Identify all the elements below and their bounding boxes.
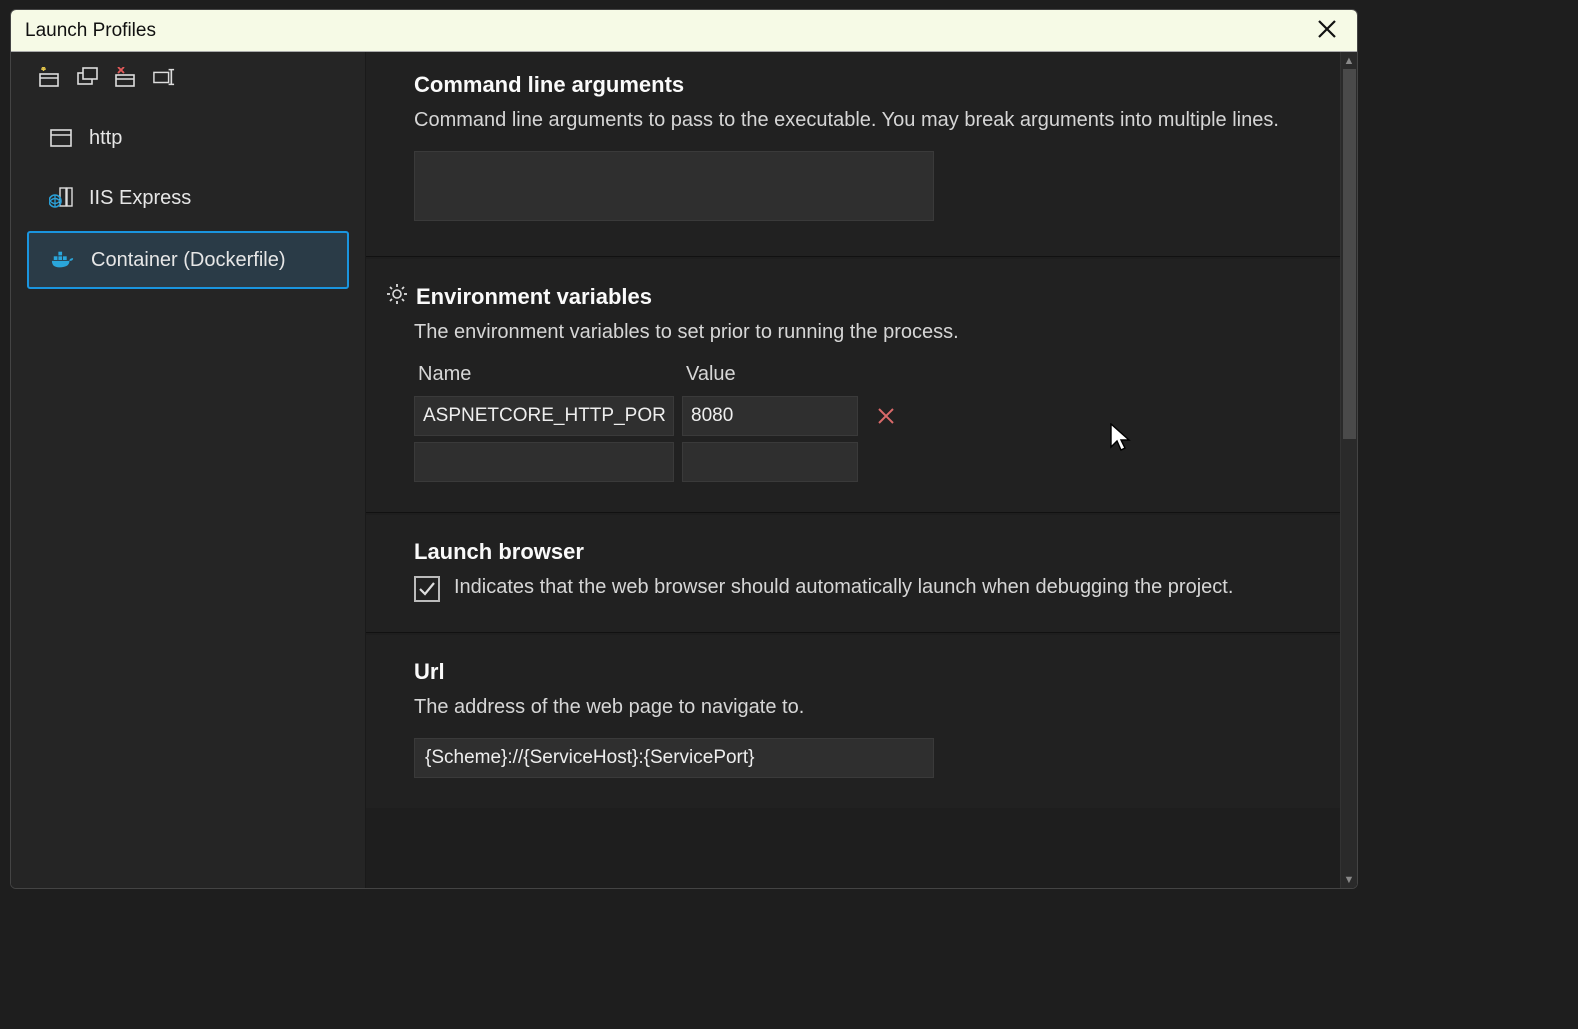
section-desc: Command line arguments to pass to the ex… [414, 106, 1312, 135]
content-area: Command line arguments Command line argu… [366, 52, 1357, 888]
scroll-up-button[interactable]: ▲ [1341, 52, 1358, 69]
new-profile-icon [39, 67, 61, 87]
dialog-body: http IIS Express [11, 52, 1357, 888]
scroll-down-button[interactable]: ▼ [1341, 871, 1358, 888]
sidebar-item-http[interactable]: http [27, 111, 349, 165]
sidebar-item-label: http [89, 127, 122, 150]
scroll-area: Command line arguments Command line argu… [366, 52, 1340, 888]
env-name-input-empty[interactable] [414, 442, 674, 482]
dialog-title: Launch Profiles [25, 20, 156, 42]
close-button[interactable] [1311, 15, 1343, 46]
sidebar-item-label: IIS Express [89, 187, 191, 210]
section-title: Launch browser [414, 539, 584, 565]
section-title: Environment variables [416, 284, 652, 310]
launch-browser-checkbox[interactable] [414, 576, 440, 602]
sidebar-toolbar [11, 52, 365, 100]
delete-profile-icon [115, 67, 137, 87]
browser-icon [49, 126, 73, 150]
env-header-value: Value [682, 363, 858, 390]
sidebar-item-label: Container (Dockerfile) [91, 249, 286, 272]
url-input[interactable] [414, 738, 934, 778]
env-header-name: Name [414, 363, 674, 390]
section-env-vars: Environment variables The environment va… [366, 259, 1340, 513]
scrollbar-vertical[interactable]: ▲ ▼ [1340, 52, 1357, 888]
scrollbar-thumb[interactable] [1343, 69, 1356, 439]
delete-x-icon [877, 407, 895, 425]
section-desc: The environment variables to set prior t… [414, 318, 1312, 347]
duplicate-profile-icon [77, 67, 99, 87]
section-launch-browser: Launch browser Indicates that the web br… [366, 515, 1340, 633]
launch-profiles-dialog: Launch Profiles [10, 9, 1358, 889]
sidebar-item-iis-express[interactable]: IIS Express [27, 171, 349, 225]
titlebar: Launch Profiles [11, 10, 1357, 52]
env-table: Name Value [414, 363, 1312, 482]
env-value-input[interactable] [682, 396, 858, 436]
rename-profile-button[interactable] [153, 66, 175, 88]
section-title: Url [414, 659, 445, 685]
sidebar-item-container-dockerfile[interactable]: Container (Dockerfile) [27, 231, 349, 289]
docker-icon [51, 248, 75, 272]
env-value-input-empty[interactable] [682, 442, 858, 482]
section-cli-args: Command line arguments Command line argu… [366, 52, 1340, 257]
new-profile-button[interactable] [39, 66, 61, 88]
section-desc: The address of the web page to navigate … [414, 693, 1312, 722]
close-icon [1317, 19, 1337, 39]
iis-icon [49, 186, 73, 210]
rename-profile-icon [153, 67, 175, 87]
env-name-input[interactable] [414, 396, 674, 436]
profiles-list: http IIS Express [11, 100, 365, 300]
gear-icon [386, 283, 408, 310]
cli-args-input[interactable] [414, 151, 934, 221]
section-title: Command line arguments [414, 72, 684, 98]
section-url: Url The address of the web page to navig… [366, 635, 1340, 808]
scrollbar-track[interactable] [1341, 69, 1357, 871]
env-row-delete-button[interactable] [866, 396, 906, 436]
sidebar: http IIS Express [11, 52, 366, 888]
launch-browser-desc: Indicates that the web browser should au… [454, 573, 1233, 602]
duplicate-profile-button[interactable] [77, 66, 99, 88]
delete-profile-button[interactable] [115, 66, 137, 88]
check-icon [418, 580, 436, 598]
